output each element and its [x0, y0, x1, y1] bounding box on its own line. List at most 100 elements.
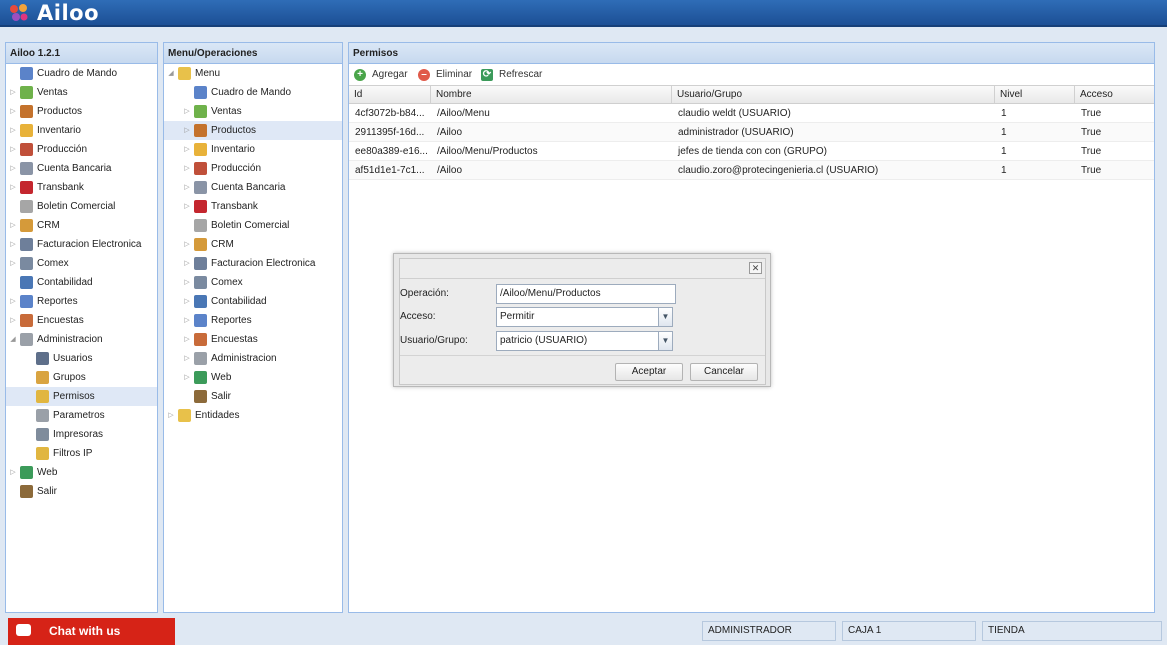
operation-item[interactable]: ▷ CRM: [164, 235, 342, 254]
collapsed-arrow-icon[interactable]: ▷: [183, 140, 191, 159]
column-header-id[interactable]: Id: [349, 86, 431, 104]
column-header-nombre[interactable]: Nombre: [431, 86, 672, 104]
nav-item[interactable]: Impresoras: [6, 425, 157, 444]
collapsed-arrow-icon[interactable]: ▷: [183, 368, 191, 387]
close-icon[interactable]: ✕: [749, 262, 762, 274]
nav-item[interactable]: ▷ Facturacion Electronica: [6, 235, 157, 254]
operation-item[interactable]: ▷ Ventas: [164, 102, 342, 121]
collapsed-arrow-icon[interactable]: ▷: [9, 178, 17, 197]
nav-item[interactable]: Boletin Comercial: [6, 197, 157, 216]
collapsed-arrow-icon[interactable]: ▷: [183, 349, 191, 368]
operation-item[interactable]: ▷ Comex: [164, 273, 342, 292]
nav-item[interactable]: ▷ Ventas: [6, 83, 157, 102]
collapsed-arrow-icon[interactable]: ▷: [183, 159, 191, 178]
collapsed-arrow-icon[interactable]: ▷: [9, 121, 17, 140]
collapsed-arrow-icon[interactable]: ▷: [183, 102, 191, 121]
cancel-button[interactable]: Cancelar: [690, 363, 758, 381]
operation-item[interactable]: ▷ Inventario: [164, 140, 342, 159]
nav-item[interactable]: Contabilidad: [6, 273, 157, 292]
cell-nivel: 1: [1001, 165, 1007, 176]
table-row[interactable]: 2911395f-16d... /Ailoo administrador (USUA…: [349, 123, 1154, 142]
collapsed-arrow-icon[interactable]: ▷: [9, 102, 17, 121]
table-row[interactable]: af51d1e1-7c1... /Ailoo claudio.zoro@protec…: [349, 161, 1154, 180]
permission-dialog: ✕ Operación: /Ailoo/Menu/Productos Acces…: [393, 253, 771, 387]
collapsed-arrow-icon[interactable]: ▷: [183, 178, 191, 197]
collapsed-arrow-icon[interactable]: ▷: [183, 273, 191, 292]
chat-button[interactable]: Chat with us: [8, 618, 175, 645]
collapsed-arrow-icon[interactable]: ▷: [9, 140, 17, 159]
operation-item[interactable]: ▷ Transbank: [164, 197, 342, 216]
collapsed-arrow-icon[interactable]: ▷: [183, 292, 191, 311]
collapsed-arrow-icon[interactable]: ▷: [183, 121, 191, 140]
collapsed-arrow-icon[interactable]: ▷: [183, 235, 191, 254]
chevron-down-icon[interactable]: ▼: [658, 307, 673, 327]
operation-item[interactable]: ▷ Encuestas: [164, 330, 342, 349]
nav-item[interactable]: ▷ Inventario: [6, 121, 157, 140]
operation-item[interactable]: Boletin Comercial: [164, 216, 342, 235]
nav-item[interactable]: ▷ Reportes: [6, 292, 157, 311]
main-nav-tree: Cuadro de Mando ▷ Ventas ▷ Productos ▷ Inventa…: [6, 64, 157, 501]
collapsed-arrow-icon[interactable]: ▷: [183, 197, 191, 216]
add-button[interactable]: + Agregar: [354, 68, 414, 82]
table-row[interactable]: 4cf3072b-b84... /Ailoo/Menu claudio weldt …: [349, 104, 1154, 123]
nav-item[interactable]: ▷ CRM: [6, 216, 157, 235]
nav-item[interactable]: ▷ Cuenta Bancaria: [6, 159, 157, 178]
collapsed-arrow-icon[interactable]: ▷: [9, 216, 17, 235]
operation-item[interactable]: ▷ Cuenta Bancaria: [164, 178, 342, 197]
column-header-nivel[interactable]: Nivel: [995, 86, 1075, 104]
nav-item[interactable]: ▷ Productos: [6, 102, 157, 121]
operation-item[interactable]: ▷ Productos: [164, 121, 342, 140]
nav-item[interactable]: ▷ Encuestas: [6, 311, 157, 330]
operation-item[interactable]: ◢ Menu: [164, 64, 342, 83]
nav-item[interactable]: Permisos: [6, 387, 157, 406]
collapsed-arrow-icon[interactable]: ▷: [183, 254, 191, 273]
nav-item[interactable]: ◢ Administracion: [6, 330, 157, 349]
operation-item[interactable]: Salir: [164, 387, 342, 406]
expanded-arrow-icon[interactable]: ◢: [9, 330, 17, 349]
operation-item[interactable]: ▷ Facturacion Electronica: [164, 254, 342, 273]
column-header-acceso[interactable]: Acceso: [1075, 86, 1154, 104]
operacion-field[interactable]: /Ailoo/Menu/Productos: [496, 284, 676, 304]
operation-item[interactable]: ▷ Reportes: [164, 311, 342, 330]
collapsed-arrow-icon[interactable]: ▷: [9, 463, 17, 482]
collapsed-arrow-icon[interactable]: ▷: [9, 159, 17, 178]
usuario-grupo-select[interactable]: patricio (USUARIO): [496, 331, 659, 351]
report-icon: [194, 314, 207, 327]
acceso-select[interactable]: Permitir: [496, 307, 659, 327]
collapsed-arrow-icon[interactable]: ▷: [167, 406, 175, 425]
folder-open-icon: [178, 67, 191, 80]
collapsed-arrow-icon[interactable]: ▷: [183, 330, 191, 349]
nav-item[interactable]: Grupos: [6, 368, 157, 387]
nav-item[interactable]: ▷ Web: [6, 463, 157, 482]
nav-item[interactable]: Filtros IP: [6, 444, 157, 463]
app-header: Ailoo: [0, 0, 1167, 27]
operation-item[interactable]: ▷ Producción: [164, 159, 342, 178]
column-header-usuario-grupo[interactable]: Usuario/Grupo: [672, 86, 995, 104]
collapsed-arrow-icon[interactable]: ▷: [9, 292, 17, 311]
operation-item[interactable]: ▷ Web: [164, 368, 342, 387]
delete-button[interactable]: – Eliminar: [418, 68, 476, 82]
operation-item[interactable]: ▷ Administracion: [164, 349, 342, 368]
nav-item[interactable]: Salir: [6, 482, 157, 501]
operation-item[interactable]: ▷ Entidades: [164, 406, 342, 425]
nav-item[interactable]: ▷ Producción: [6, 140, 157, 159]
accept-button[interactable]: Aceptar: [615, 363, 683, 381]
refresh-button[interactable]: ⟳ Refrescar: [481, 68, 551, 82]
operation-item[interactable]: Cuadro de Mando: [164, 83, 342, 102]
nav-item[interactable]: ▷ Transbank: [6, 178, 157, 197]
collapsed-arrow-icon[interactable]: ▷: [9, 254, 17, 273]
collapsed-arrow-icon[interactable]: ▷: [9, 311, 17, 330]
expanded-arrow-icon[interactable]: ◢: [167, 64, 175, 83]
nav-item[interactable]: Cuadro de Mando: [6, 64, 157, 83]
invoice-icon: [20, 238, 33, 251]
nav-item[interactable]: Usuarios: [6, 349, 157, 368]
collapsed-arrow-icon[interactable]: ▷: [9, 83, 17, 102]
chevron-down-icon[interactable]: ▼: [658, 331, 673, 351]
operation-item[interactable]: ▷ Contabilidad: [164, 292, 342, 311]
operation-item-label: Encuestas: [211, 334, 258, 345]
nav-item[interactable]: Parametros: [6, 406, 157, 425]
table-row[interactable]: ee80a389-e16... /Ailoo/Menu/Productos jefe…: [349, 142, 1154, 161]
collapsed-arrow-icon[interactable]: ▷: [9, 235, 17, 254]
collapsed-arrow-icon[interactable]: ▷: [183, 311, 191, 330]
nav-item[interactable]: ▷ Comex: [6, 254, 157, 273]
